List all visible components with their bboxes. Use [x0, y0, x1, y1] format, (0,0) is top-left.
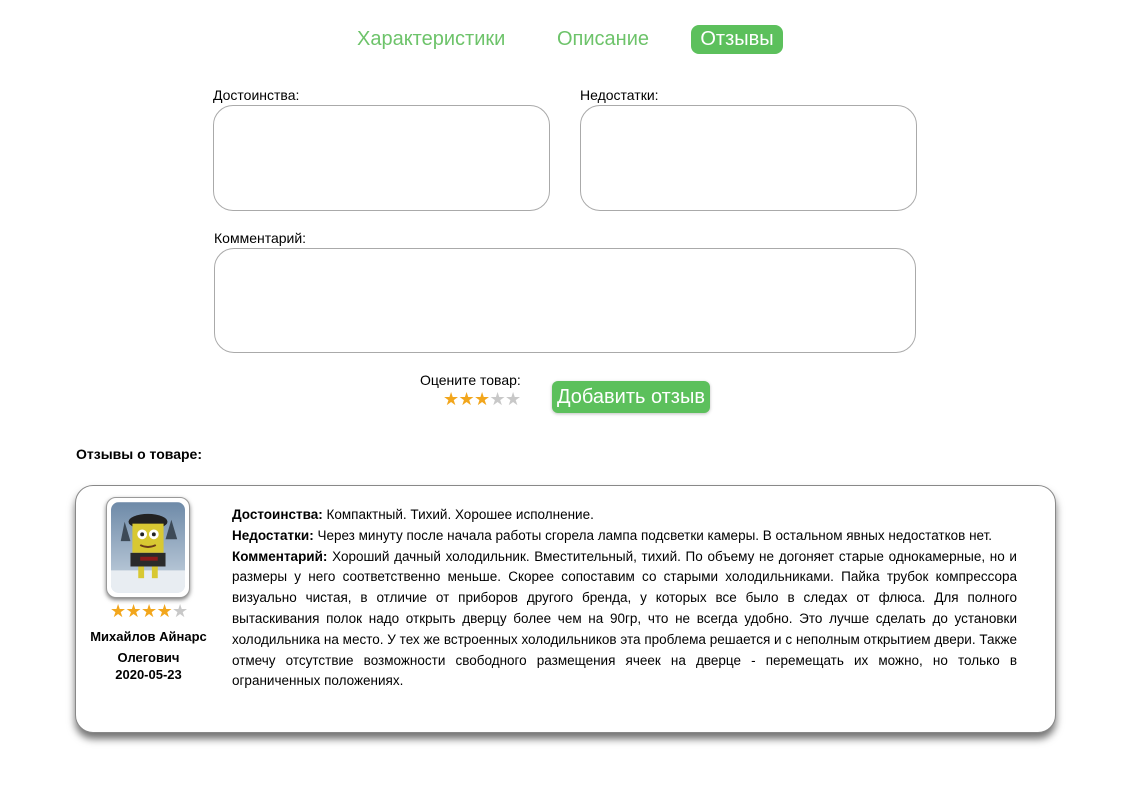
product-tabs: Характеристики Описание Отзывы [0, 25, 1135, 55]
avatar-image [111, 502, 185, 593]
star-icon[interactable]: ★ [505, 390, 521, 407]
add-review-button[interactable]: Добавить отзыв [552, 381, 710, 413]
review-comment-label: Комментарий: [232, 548, 328, 564]
review-cons-text: Через минуту после начала работы сгорела… [317, 527, 993, 543]
rate-label: Оцените товар: [420, 372, 521, 388]
review-cons-label: Недостатки: [232, 527, 314, 543]
rating-input[interactable]: ★ ★ ★ ★ ★ [443, 390, 521, 407]
star-icon[interactable]: ★ [443, 390, 459, 407]
review-pros-label: Достоинства: [232, 507, 323, 522]
review-text: Достоинства: Компактный. Тихий. Хорошее … [232, 505, 1017, 692]
pros-label: Достоинства: [213, 87, 300, 103]
review-author: Михайлов Айнарс Олегович [90, 629, 207, 665]
comment-label: Комментарий: [214, 230, 307, 246]
avatar [106, 497, 190, 598]
cons-label: Недостатки: [580, 87, 659, 103]
review-card: ★ ★ ★ ★ ★ Михайлов Айнарс Олегович 2020-05-2… [75, 485, 1056, 733]
review-pros: Достоинства: Компактный. Тихий. Хорошее … [232, 505, 1017, 526]
review-comment: Комментарий: Хороший дачный холодильник.… [232, 547, 1017, 693]
pros-field[interactable] [213, 105, 550, 211]
star-icon[interactable]: ★ [459, 390, 475, 407]
star-icon: ★ [110, 601, 127, 621]
star-icon[interactable]: ★ [490, 390, 506, 407]
review-pros-text: Компактный. Тихий. Хорошее исполнение. [326, 507, 594, 522]
star-icon: ★ [125, 601, 142, 621]
tab-characteristics[interactable]: Характеристики [357, 25, 505, 54]
review-date: 2020-05-23 [115, 667, 182, 682]
tab-description[interactable]: Описание [557, 25, 649, 54]
reviews-heading: Отзывы о товаре: [76, 446, 202, 462]
star-icon: ★ [156, 601, 173, 621]
review-comment-text: Хороший дачный холодильник. Вместительны… [232, 548, 1017, 689]
star-icon: ★ [141, 601, 158, 621]
review-rating: ★ ★ ★ ★ ★ [110, 601, 189, 621]
cons-field[interactable] [580, 105, 917, 211]
review-cons: Недостатки: Через минуту после начала ра… [232, 526, 1017, 547]
star-icon[interactable]: ★ [474, 390, 490, 407]
comment-field[interactable] [214, 248, 916, 353]
star-icon: ★ [172, 601, 189, 621]
tab-reviews[interactable]: Отзывы [691, 25, 783, 54]
